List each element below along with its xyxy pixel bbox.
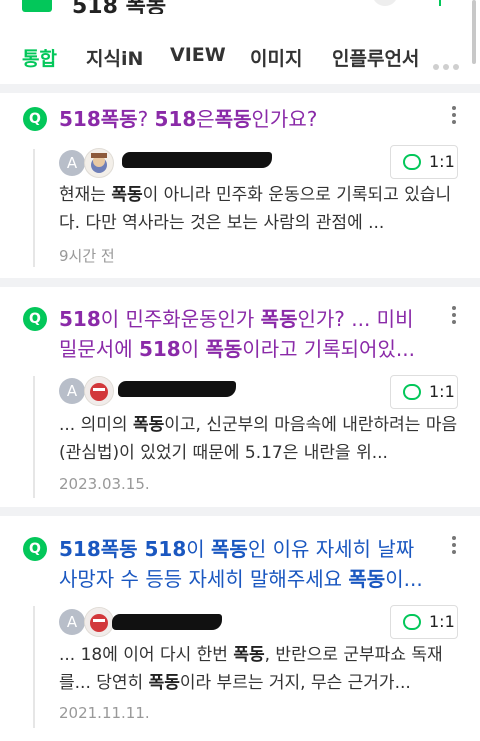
result-snippet[interactable]: 현재는 폭동이 아니라 민주화 운동으로 기록되고 있습니다. 다만 역사라는 …	[59, 181, 463, 237]
result-card: Q 518폭동? 518은폭동인가요? A 1:1 현재는 폭동이 아니라 민주…	[0, 93, 480, 278]
scrollbar[interactable]	[472, 0, 476, 64]
highlight-keyword: 폭동	[211, 537, 248, 561]
search-query[interactable]: 518 폭동	[72, 0, 166, 14]
text-segment: 이...	[385, 567, 423, 591]
search-header: 518 폭동	[0, 0, 480, 14]
divider	[0, 278, 480, 287]
tab-influencer[interactable]: 인플루언서	[332, 44, 419, 71]
naver-logo-icon[interactable]	[22, 0, 52, 12]
highlight-keyword: 폭동	[132, 415, 165, 435]
text-segment: ?	[137, 107, 155, 131]
highlight-keyword: 폭동	[111, 185, 143, 205]
highlight-keyword: 518폭동	[59, 107, 138, 131]
quote-line	[33, 376, 35, 498]
highlight-keyword: 518	[138, 337, 181, 361]
mic-icon[interactable]	[430, 0, 450, 8]
text-segment: 이라고 기록되어있...	[242, 337, 415, 361]
avatar: A	[59, 150, 85, 176]
clear-button[interactable]	[372, 0, 398, 6]
tab-influencer-wrap: 인플루언서	[330, 42, 430, 76]
result-card: Q 518폭동 518이 폭동인 이유 자세히 날짜 사망자 수 등등 자세히 …	[0, 516, 480, 741]
user-avatar	[84, 376, 114, 406]
result-date: 9시간 전	[59, 247, 115, 265]
quote-line	[33, 149, 35, 267]
text-segment: 인가요?	[251, 107, 318, 131]
chat-bubble-icon	[403, 154, 421, 170]
avatar: A	[59, 378, 85, 404]
highlight-keyword: 518	[154, 107, 197, 131]
divider	[0, 507, 480, 516]
highlight-keyword: 폭동	[233, 645, 265, 665]
quote-line	[33, 606, 35, 728]
tab-all[interactable]: 통합	[22, 44, 57, 71]
result-title[interactable]: 518폭동? 518은폭동인가요?	[59, 104, 429, 134]
redacted-username	[112, 614, 222, 630]
highlight-keyword: 폭동	[214, 107, 252, 131]
highlight-keyword: 518폭동 518	[59, 537, 187, 561]
highlight-keyword: 폭동	[205, 337, 243, 361]
tab-kin[interactable]: 지식iN	[86, 44, 143, 71]
text-segment: 현재는	[59, 185, 112, 205]
avatar: A	[59, 609, 85, 635]
answer-count-badge[interactable]: 1:1	[390, 605, 458, 639]
result-snippet[interactable]: ... 의미의 폭동이고, 신군부의 마음속에 내란하려는 마음(관심법)이 있…	[59, 411, 463, 467]
redacted-username	[122, 152, 272, 168]
answer-count-badge[interactable]: 1:1	[390, 375, 458, 409]
text-segment: 이라 부르는 거지, 무슨 근거가...	[179, 673, 411, 693]
tab-view[interactable]: VIEW	[170, 44, 226, 66]
search-tabs: 통합 지식iN VIEW 이미지 인플루언서	[0, 34, 470, 80]
text-segment: 은	[196, 107, 215, 131]
user-avatar	[84, 607, 114, 637]
text-segment: 이	[180, 337, 206, 361]
redacted-username	[118, 381, 236, 397]
text-segment: ... 의미의	[59, 415, 133, 435]
more-dots-icon[interactable]	[433, 55, 463, 74]
q-badge-icon: Q	[23, 307, 47, 331]
result-title[interactable]: 518폭동 518이 폭동인 이유 자세히 날짜 사망자 수 등등 자세히 말해…	[59, 534, 429, 594]
result-title[interactable]: 518이 민주화운동인가 폭동인가? ... 미비밀문서에 518이 폭동이라고…	[59, 304, 429, 364]
text-segment: 이	[186, 537, 212, 561]
answer-count-badge[interactable]: 1:1	[390, 145, 458, 179]
highlight-keyword: 폭동	[260, 307, 298, 331]
result-snippet[interactable]: ... 18에 이어 다시 한번 폭동, 반란으로 군부파쇼 독재를... 당연…	[59, 641, 463, 697]
q-badge-icon: Q	[23, 537, 47, 561]
text-segment: 이 민주화운동인가	[100, 307, 261, 331]
highlight-keyword: 518	[59, 307, 101, 331]
result-date: 2021.11.11.	[59, 704, 150, 722]
chat-bubble-icon	[403, 614, 421, 630]
highlight-keyword: 폭동	[348, 567, 386, 591]
kebab-menu-icon[interactable]	[452, 536, 458, 557]
result-card: Q 518이 민주화운동인가 폭동인가? ... 미비밀문서에 518이 폭동이…	[0, 287, 480, 507]
text-segment: ... 18에 이어 다시 한번	[59, 645, 234, 665]
result-date: 2023.03.15.	[59, 475, 150, 493]
user-avatar	[84, 148, 114, 178]
divider	[0, 84, 480, 93]
highlight-keyword: 폭동	[148, 673, 180, 693]
kebab-menu-icon[interactable]	[452, 306, 458, 327]
kebab-menu-icon[interactable]	[452, 106, 458, 127]
q-badge-icon: Q	[23, 107, 47, 131]
tab-image[interactable]: 이미지	[250, 44, 302, 71]
chat-bubble-icon	[403, 384, 421, 400]
